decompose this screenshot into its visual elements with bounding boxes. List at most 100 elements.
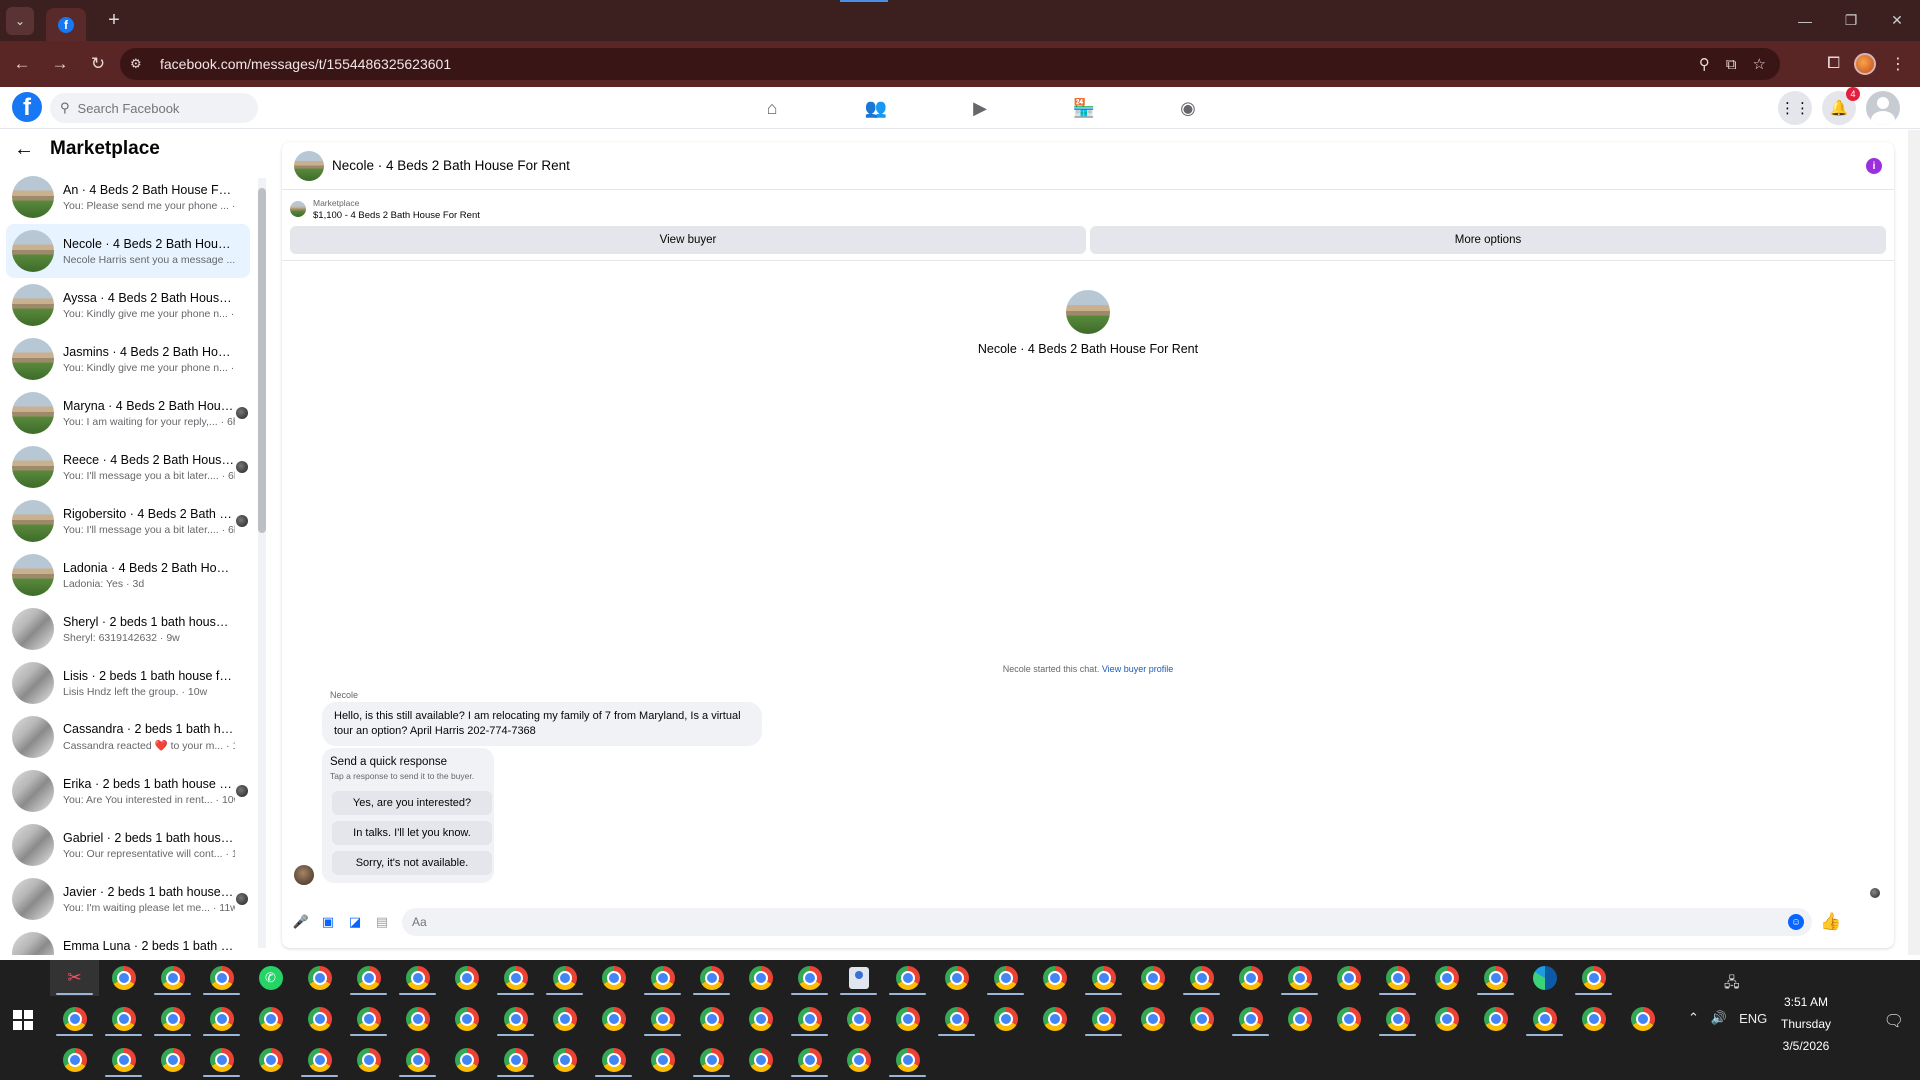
zoom-icon[interactable]: ⚲ — [1699, 55, 1710, 73]
message-input[interactable] — [412, 915, 1712, 929]
more-options-button[interactable]: More options — [1090, 226, 1886, 254]
conversation-item[interactable]: Necole · 4 Beds 2 Bath House F... Necole … — [6, 224, 250, 278]
info-icon[interactable]: i — [1866, 158, 1882, 174]
chrome-taskbar-button[interactable] — [834, 1042, 883, 1078]
chrome-taskbar-button[interactable] — [736, 1001, 785, 1037]
bookmark-star-icon[interactable]: ☆ — [1753, 55, 1766, 73]
close-window-icon[interactable]: ✕ — [1874, 0, 1920, 41]
chrome-taskbar-button[interactable] — [785, 960, 834, 996]
notification-center-icon[interactable]: 🗨 — [1884, 1011, 1904, 1031]
chrome-taskbar-button[interactable] — [589, 1001, 638, 1037]
chrome-taskbar-button[interactable] — [883, 1042, 932, 1078]
chrome-taskbar-button[interactable] — [687, 1001, 736, 1037]
chrome-taskbar-button[interactable] — [1569, 960, 1618, 996]
microphone-icon[interactable]: 🎤 — [292, 913, 310, 931]
chrome-taskbar-button[interactable] — [1177, 1001, 1226, 1037]
listing-summary[interactable]: Marketplace $1,100 - 4 Beds 2 Bath House… — [282, 194, 1894, 224]
quick-reply-not-available-button[interactable]: Sorry, it's not available. — [332, 851, 492, 875]
conversation-item[interactable]: Erika · 2 beds 1 bath house fo... You: Ar… — [6, 764, 250, 818]
chrome-taskbar-button[interactable] — [981, 960, 1030, 996]
document-taskbar-button[interactable] — [834, 960, 883, 996]
sticker-icon[interactable]: ◪ — [346, 913, 364, 931]
edge-taskbar-button[interactable] — [1520, 960, 1569, 996]
whatsapp-taskbar-button[interactable]: ✆ — [246, 960, 295, 996]
restore-icon[interactable]: ❐ — [1828, 0, 1874, 41]
chat-avatar[interactable] — [294, 150, 324, 181]
chrome-taskbar-button[interactable] — [1275, 960, 1324, 996]
facebook-logo-icon[interactable]: f — [12, 92, 42, 122]
chrome-taskbar-button[interactable] — [1373, 960, 1422, 996]
chrome-taskbar-button[interactable] — [50, 1042, 99, 1078]
chrome-taskbar-button[interactable] — [1079, 1001, 1128, 1037]
chrome-taskbar-button[interactable] — [148, 960, 197, 996]
forward-arrow-icon[interactable]: → — [44, 48, 76, 80]
message-input-box[interactable]: ☺ — [402, 908, 1812, 936]
sidebar-scrollbar-thumb[interactable] — [258, 188, 266, 533]
chrome-taskbar-button[interactable] — [540, 1042, 589, 1078]
chrome-taskbar-button[interactable] — [344, 1042, 393, 1078]
chrome-taskbar-button[interactable] — [687, 1042, 736, 1078]
quick-reply-in-talks-button[interactable]: In talks. I'll let you know. — [332, 821, 492, 845]
chrome-taskbar-button[interactable] — [1128, 960, 1177, 996]
conversation-item[interactable]: Emma Luna · 2 beds 1 bath hou...Emma Lun… — [6, 926, 250, 955]
chrome-taskbar-button[interactable] — [148, 1042, 197, 1078]
groups-icon[interactable]: ◉ — [1136, 87, 1240, 129]
chrome-taskbar-button[interactable] — [1324, 1001, 1373, 1037]
browser-profile-avatar[interactable] — [1854, 53, 1876, 75]
emoji-icon[interactable]: ☺ — [1788, 914, 1804, 930]
extensions-puzzle-icon[interactable]: ⧠ — [1827, 55, 1840, 73]
conversation-item[interactable]: Cassandra · 2 beds 1 bath hous... Cassand… — [6, 710, 250, 764]
chrome-taskbar-button[interactable] — [50, 1001, 99, 1037]
back-arrow-icon[interactable]: ← — [6, 48, 38, 80]
install-app-icon[interactable]: ⧉ — [1726, 56, 1737, 73]
chrome-taskbar-button[interactable] — [344, 1001, 393, 1037]
chrome-taskbar-button[interactable] — [1324, 960, 1373, 996]
chrome-taskbar-button[interactable] — [442, 960, 491, 996]
menu-grid-icon[interactable]: ⋮⋮ — [1778, 91, 1812, 125]
url-text[interactable]: facebook.com/messages/t/1554486325623601 — [160, 56, 451, 72]
chrome-taskbar-button[interactable] — [638, 1042, 687, 1078]
active-tab-facebook[interactable]: f — [46, 8, 86, 41]
chrome-taskbar-button[interactable] — [1079, 960, 1128, 996]
chrome-taskbar-button[interactable] — [736, 1042, 785, 1078]
chrome-taskbar-button[interactable] — [932, 1001, 981, 1037]
conversation-item[interactable]: Ladonia · 4 Beds 2 Bath House ... Ladonia… — [6, 548, 250, 602]
conversation-item[interactable]: Javier · 2 beds 1 bath house f... You: I'… — [6, 872, 250, 926]
gif-icon[interactable]: ▤ — [373, 913, 391, 931]
chrome-taskbar-button[interactable] — [883, 960, 932, 996]
conversation-item[interactable]: Lisis · 2 beds 1 bath house for r... Lisi… — [6, 656, 250, 710]
chat-title[interactable]: Necole · 4 Beds 2 Bath House For Rent — [332, 158, 570, 173]
sender-avatar[interactable] — [294, 865, 314, 885]
chrome-taskbar-button[interactable] — [638, 1001, 687, 1037]
windows-start-icon[interactable] — [13, 1010, 33, 1030]
chrome-taskbar-button[interactable] — [589, 1042, 638, 1078]
chrome-taskbar-button[interactable] — [932, 960, 981, 996]
chrome-taskbar-button[interactable] — [1569, 1001, 1618, 1037]
chrome-taskbar-button[interactable] — [1471, 1001, 1520, 1037]
chrome-taskbar-button[interactable] — [1226, 960, 1275, 996]
sidebar-scrollbar[interactable] — [258, 178, 266, 948]
chrome-taskbar-button[interactable] — [393, 960, 442, 996]
chrome-taskbar-button[interactable] — [981, 1001, 1030, 1037]
chrome-taskbar-button[interactable] — [99, 1042, 148, 1078]
page-scrollbar[interactable] — [1908, 130, 1920, 955]
chrome-taskbar-button[interactable] — [491, 960, 540, 996]
network-icon[interactable]: 🖧 — [1724, 972, 1740, 996]
chrome-taskbar-button[interactable] — [1618, 1001, 1667, 1037]
address-bar[interactable]: ⚙ facebook.com/messages/t/15544863256236… — [120, 48, 1780, 80]
quick-reply-yes-button[interactable]: Yes, are you interested? — [332, 791, 492, 815]
minimize-icon[interactable]: — — [1782, 0, 1828, 41]
conversation-item[interactable]: Maryna · 4 Beds 2 Bath Hous... You: I am … — [6, 386, 250, 440]
chrome-taskbar-button[interactable] — [1128, 1001, 1177, 1037]
taskbar-clock[interactable]: 3:51 AM Thursday 3/5/2026 — [1764, 991, 1848, 1057]
chrome-taskbar-button[interactable] — [687, 960, 736, 996]
chrome-taskbar-button[interactable] — [1422, 960, 1471, 996]
chrome-taskbar-button[interactable] — [1226, 1001, 1275, 1037]
conversation-item[interactable]: An · 4 Beds 2 Bath House For R... You: Pl… — [6, 170, 250, 224]
video-icon[interactable]: ▶ — [928, 87, 1032, 129]
chrome-taskbar-button[interactable] — [344, 960, 393, 996]
chrome-taskbar-button[interactable] — [295, 1001, 344, 1037]
reload-icon[interactable]: ↻ — [82, 48, 114, 80]
chrome-taskbar-button[interactable] — [99, 1001, 148, 1037]
view-buyer-profile-link[interactable]: View buyer profile — [1102, 664, 1173, 674]
